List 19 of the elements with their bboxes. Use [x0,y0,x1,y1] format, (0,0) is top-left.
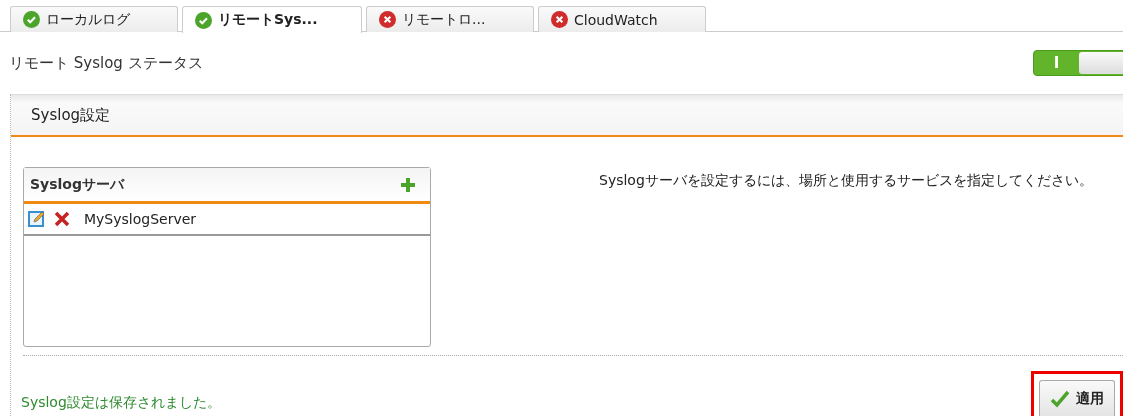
check-circle-icon [195,11,212,29]
description-text: Syslogサーバを設定するには、場所と使用するサービスを指定してください。 [599,171,1094,190]
add-icon[interactable] [400,176,416,193]
error-circle-icon [379,11,396,28]
panel-header: Syslog設定 [11,94,1123,137]
check-icon [1050,389,1070,408]
saved-message: Syslog設定は保存されました。 [21,394,221,412]
tab[interactable]: ローカルログ [10,6,178,32]
tab[interactable]: リモートSys... [182,6,362,33]
delete-icon[interactable] [54,211,70,227]
status-label: リモート Syslog ステータス [9,53,203,73]
error-circle-icon [551,11,568,28]
edit-icon[interactable] [28,210,46,228]
check-circle-icon [23,11,40,28]
tab[interactable]: CloudWatch [538,6,706,32]
list-title: Syslogサーバ [30,175,124,194]
apply-button[interactable]: 適用 [1039,380,1115,416]
tab[interactable]: リモートロ... [366,6,534,32]
server-name[interactable]: MySyslogServer [84,211,197,227]
